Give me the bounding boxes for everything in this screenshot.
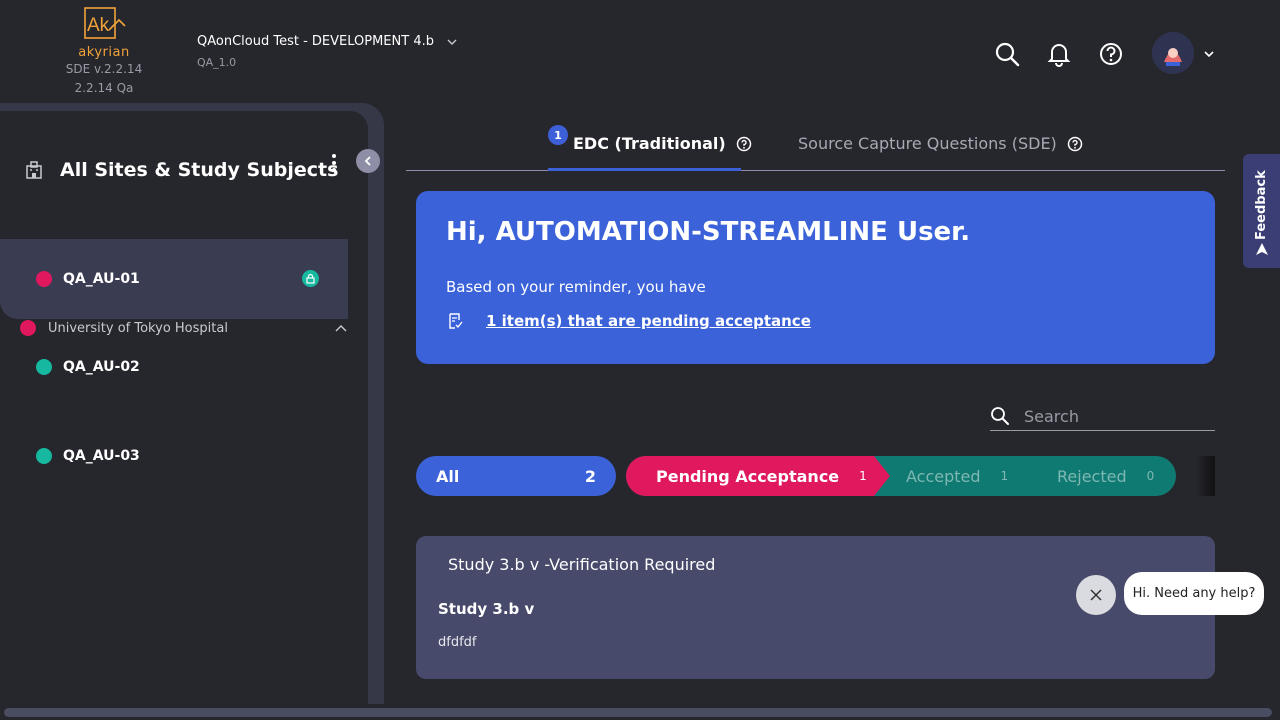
help-icon[interactable] [1067,136,1083,152]
filter-rejected-label: Rejected [1057,466,1127,486]
study-version: QA_1.0 [197,56,237,69]
subject-item-qa-au-01[interactable]: QA_AU-01 [0,239,348,319]
chevron-down-icon[interactable] [1202,47,1216,61]
search-bar [990,402,1215,431]
filter-rejected-count: 0 [1146,469,1155,483]
pending-items-link[interactable]: 1 item(s) that are pending acceptance [446,312,811,330]
scrollbar-thumb[interactable] [4,708,1272,717]
filter-all-label: All [436,466,460,486]
card-body: dfdfdf [438,635,477,650]
tab-edc-traditional[interactable]: EDC (Traditional) [573,134,752,153]
subject-status-dot [36,271,52,287]
subject-label: QA_AU-03 [63,448,140,464]
kebab-menu-icon[interactable] [330,152,338,174]
subject-status-dot [36,448,52,464]
subject-label: QA_AU-01 [63,271,140,287]
hospital-icon [26,161,42,179]
logo-letters: Ak [87,15,110,36]
card-header: Study 3.b v -Verification Required [448,555,716,574]
tabs-divider [406,170,1225,171]
filter-pending-count: 1 [859,469,867,483]
filter-pending-acceptance[interactable]: Pending Acceptance 1 [626,456,890,496]
subject-item-qa-au-03[interactable]: QA_AU-03 [0,416,348,496]
sidebar: All Sites & Study Subjects University of… [0,103,384,720]
close-icon [1090,589,1102,601]
filter-scroll-fade [1196,456,1215,496]
avatar[interactable] [1152,32,1194,74]
chevron-left-icon [364,156,371,166]
help-icon[interactable] [1097,40,1125,68]
tab-source-capture-questions[interactable]: Source Capture Questions (SDE) [798,134,1083,153]
search-icon[interactable] [993,40,1021,68]
horizontal-scrollbar[interactable] [0,704,1280,720]
filter-all[interactable]: All 2 [416,456,616,496]
filter-pending-label: Pending Acceptance [656,466,840,486]
feedback-label: Feedback [1254,170,1269,240]
status-filter-group: Pending Acceptance 1 Accepted 1 Rejected… [626,456,1176,496]
card-title: Study 3.b v [438,600,535,618]
sidebar-panel: All Sites & Study Subjects University of… [0,111,368,720]
greeting-title: Hi, AUTOMATION-STREAMLINE User. [446,217,971,247]
bell-icon[interactable] [1045,40,1073,68]
feedback-tab[interactable]: Feedback [1243,154,1280,268]
brand-name: akyrian [78,45,130,60]
sidebar-title: All Sites & Study Subjects [60,159,339,181]
search-input[interactable] [1024,406,1204,426]
greeting-text: Based on your reminder, you have [446,278,706,296]
filter-accepted-count: 1 [1000,469,1009,483]
study-selector[interactable]: QAonCloud Test - DEVELOPMENT 4.b [197,34,458,49]
version-build-text: 2.2.14 Qa [74,81,134,95]
help-icon[interactable] [736,136,752,152]
lock-icon [302,270,319,287]
chat-close-button[interactable] [1076,575,1116,615]
version-text: SDE v.2.2.14 [65,62,143,76]
pending-items-text: 1 item(s) that are pending acceptance [486,312,811,330]
search-icon [991,407,1009,425]
filter-rejected[interactable]: Rejected 0 [1057,456,1154,496]
logo-mark: Ak [79,6,129,44]
active-tab-indicator [548,168,741,171]
chat-help-bubble[interactable]: Hi. Need any help? [1124,572,1264,615]
avatar-image [1152,32,1194,74]
filter-accepted[interactable]: Accepted 1 [906,456,1008,496]
send-icon [1256,243,1268,255]
subject-label: QA_AU-02 [63,359,140,375]
sidebar-header: All Sites & Study Subjects [24,159,338,181]
tab-badge: 1 [548,125,568,145]
tab-label: EDC (Traditional) [573,134,726,153]
greeting-card: Hi, AUTOMATION-STREAMLINE User. Based on… [416,191,1215,364]
subject-status-dot [36,359,52,375]
filter-all-count: 2 [584,466,596,486]
app-logo[interactable]: Ak akyrian SDE v.2.2.14 2.2.14 Qa [62,6,146,98]
chevron-down-icon [447,39,457,45]
filter-accepted-label: Accepted [906,466,981,486]
collapse-sidebar-button[interactable] [356,149,380,173]
clipboard-icon [449,313,463,329]
subject-item-qa-au-02[interactable]: QA_AU-02 [0,327,348,407]
tab-label: Source Capture Questions (SDE) [798,134,1057,153]
study-name: QAonCloud Test - DEVELOPMENT 4.b [197,34,434,49]
